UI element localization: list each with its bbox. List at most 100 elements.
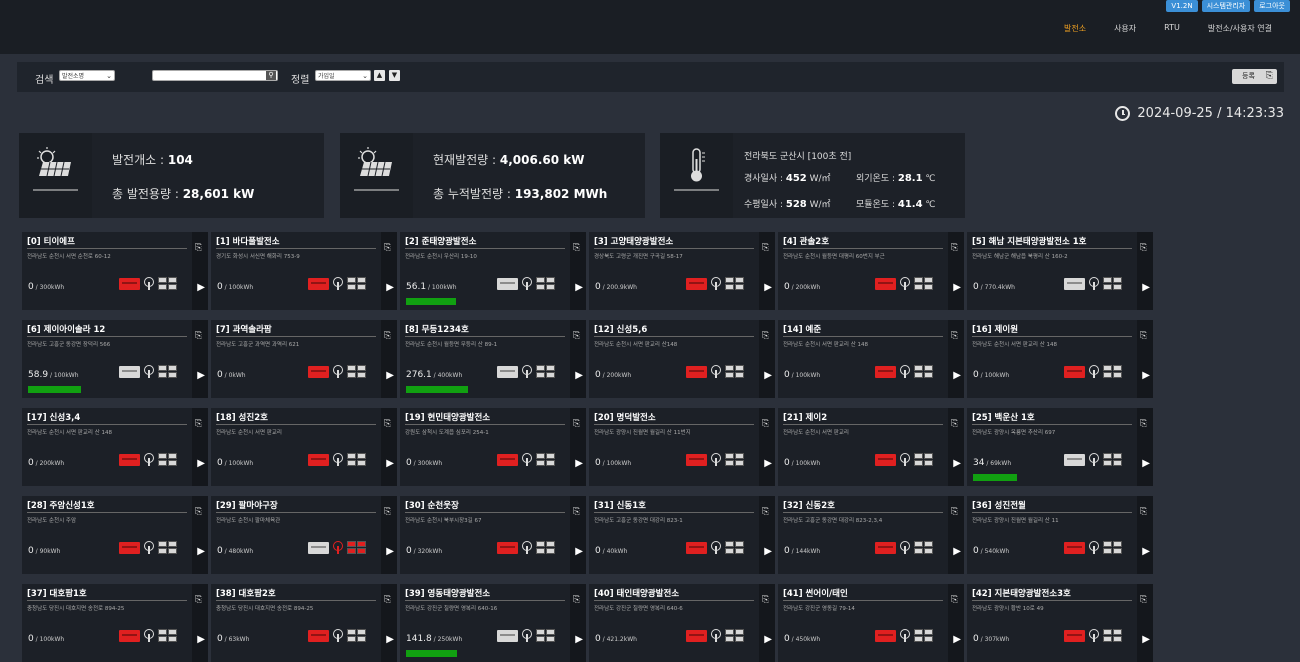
- plant-card[interactable]: [38] 대호팜2호 충청남도 당진시 대호지면 송전로 894-25 0 / 63…: [211, 584, 397, 662]
- plant-card[interactable]: [2] 준태양광발전소 전라남도 순천시 우산리 19-10 56.1 / 100k…: [400, 232, 586, 310]
- plant-title[interactable]: [16] 제이원: [972, 323, 1018, 335]
- play-icon[interactable]: ▶: [575, 546, 583, 558]
- nav-plants[interactable]: 발전소: [1050, 23, 1100, 34]
- play-icon[interactable]: ▶: [197, 458, 205, 470]
- search-field-select[interactable]: 발전소명 ⌄: [59, 70, 115, 81]
- plant-title[interactable]: [17] 신성3,4: [27, 411, 80, 423]
- play-icon[interactable]: ▶: [953, 546, 961, 558]
- plant-card[interactable]: [42] 지본태양광발전소3호 전라남도 광양시 황반 10로 49 0 / 307…: [967, 584, 1153, 662]
- plant-title[interactable]: [30] 순천웃장: [405, 499, 459, 511]
- play-icon[interactable]: ▶: [575, 458, 583, 470]
- play-icon[interactable]: ▶: [953, 458, 961, 470]
- nav-plant-user-link[interactable]: 발전소/사용자 연결: [1194, 23, 1286, 34]
- document-search-icon[interactable]: ⎘: [1140, 242, 1150, 254]
- plant-title[interactable]: [3] 고양태양광발전소: [594, 235, 673, 247]
- plant-card[interactable]: [29] 팔마야구장 전라남도 순천시 팔마체육관 0 / 480kWh ⎘ ▶: [211, 496, 397, 574]
- play-icon[interactable]: ▶: [1142, 370, 1150, 382]
- plant-card[interactable]: [28] 주암신성1호 전라남도 순천시 주암 0 / 90kWh ⎘ ▶: [22, 496, 208, 574]
- document-search-icon[interactable]: ⎘: [762, 594, 772, 606]
- play-icon[interactable]: ▶: [386, 546, 394, 558]
- plant-card[interactable]: [36] 성진전월 전라남도 광양시 진월면 월길리 산 11 0 / 540kWh…: [967, 496, 1153, 574]
- plant-title[interactable]: [38] 대호팜2호: [216, 587, 276, 599]
- plant-card[interactable]: [6] 제이아이솔라 12 전라남도 고흥군 동강면 장덕리 566 58.9 / …: [22, 320, 208, 398]
- play-icon[interactable]: ▶: [197, 370, 205, 382]
- plant-title[interactable]: [25] 백운산 1호: [972, 411, 1035, 423]
- nav-users[interactable]: 사용자: [1100, 23, 1150, 34]
- plant-title[interactable]: [28] 주암신성1호: [27, 499, 95, 511]
- document-search-icon[interactable]: ⎘: [951, 242, 961, 254]
- play-icon[interactable]: ▶: [764, 282, 772, 294]
- plant-card[interactable]: [21] 제이2 전라남도 순천시 서면 판교리 0 / 100kWh ⎘ ▶: [778, 408, 964, 486]
- document-search-icon[interactable]: ⎘: [762, 418, 772, 430]
- register-button[interactable]: 등록 ⎘: [1232, 69, 1277, 84]
- document-search-icon[interactable]: ⎘: [1140, 594, 1150, 606]
- document-search-icon[interactable]: ⎘: [384, 506, 394, 518]
- plant-card[interactable]: [40] 태인태양광발전소 전라남도 강진군 칠량면 영복리 640-6 0 / 4…: [589, 584, 775, 662]
- plant-title[interactable]: [5] 해남 지본태양광발전소 1호: [972, 235, 1087, 247]
- document-search-icon[interactable]: ⎘: [573, 418, 583, 430]
- admin-button[interactable]: 시스템관리자: [1201, 0, 1251, 12]
- plant-card[interactable]: [14] 예준 전라남도 순천시 서면 판교리 산 148 0 / 100kWh ⎘ ▶: [778, 320, 964, 398]
- sort-asc-button[interactable]: ▲: [374, 70, 385, 81]
- document-search-icon[interactable]: ⎘: [951, 594, 961, 606]
- play-icon[interactable]: ▶: [197, 634, 205, 646]
- document-search-icon[interactable]: ⎘: [384, 418, 394, 430]
- plant-title[interactable]: [8] 무등1234호: [405, 323, 469, 335]
- play-icon[interactable]: ▶: [1142, 634, 1150, 646]
- plant-title[interactable]: [2] 준태양광발전소: [405, 235, 476, 247]
- plant-card[interactable]: [0] 티이에프 전라남도 순천시 서면 순천로 60-12 0 / 300kWh ⎘…: [22, 232, 208, 310]
- document-search-icon[interactable]: ⎘: [573, 330, 583, 342]
- document-search-icon[interactable]: ⎘: [762, 506, 772, 518]
- nav-rtu[interactable]: RTU: [1150, 23, 1194, 34]
- plant-title[interactable]: [42] 지본태양광발전소3호: [972, 587, 1071, 599]
- document-search-icon[interactable]: ⎘: [573, 506, 583, 518]
- document-search-icon[interactable]: ⎘: [573, 594, 583, 606]
- plant-title[interactable]: [1] 바다풀발전소: [216, 235, 280, 247]
- plant-card[interactable]: [31] 신동1호 전라남도 고흥군 동강면 대강리 823-1 0 / 40kWh…: [589, 496, 775, 574]
- document-search-icon[interactable]: ⎘: [573, 242, 583, 254]
- play-icon[interactable]: ▶: [386, 634, 394, 646]
- play-icon[interactable]: ▶: [764, 634, 772, 646]
- document-search-icon[interactable]: ⎘: [195, 242, 205, 254]
- play-icon[interactable]: ▶: [953, 370, 961, 382]
- play-icon[interactable]: ▶: [197, 282, 205, 294]
- plant-card[interactable]: [17] 신성3,4 전라남도 순천시 서면 판교리 산 148 0 / 200kW…: [22, 408, 208, 486]
- plant-title[interactable]: [36] 성진전월: [972, 499, 1026, 511]
- document-search-icon[interactable]: ⎘: [384, 594, 394, 606]
- plant-title[interactable]: [40] 태인태양광발전소: [594, 587, 679, 599]
- plant-card[interactable]: [37] 대호팜1호 충청남도 당진시 대호지면 송전로 894-25 0 / 10…: [22, 584, 208, 662]
- plant-title[interactable]: [6] 제이아이솔라 12: [27, 323, 105, 335]
- document-search-icon[interactable]: ⎘: [195, 418, 205, 430]
- document-search-icon[interactable]: ⎘: [384, 242, 394, 254]
- plant-title[interactable]: [19] 현민태양광발전소: [405, 411, 490, 423]
- plant-title[interactable]: [7] 과역솔라팜: [216, 323, 272, 335]
- plant-title[interactable]: [18] 성진2호: [216, 411, 268, 423]
- sort-select[interactable]: 가입일 ⌄: [315, 70, 371, 81]
- search-icon[interactable]: ⚲: [266, 71, 276, 80]
- plant-card[interactable]: [5] 해남 지본태양광발전소 1호 전라남도 해남군 해남읍 북평리 산 160…: [967, 232, 1153, 310]
- plant-title[interactable]: [39] 영동태양광발전소: [405, 587, 490, 599]
- plant-card[interactable]: [4] 관솔2호 전라남도 순천시 월등면 대평리 60번지 부근 0 / 200k…: [778, 232, 964, 310]
- plant-title[interactable]: [37] 대호팜1호: [27, 587, 87, 599]
- document-search-icon[interactable]: ⎘: [1140, 506, 1150, 518]
- play-icon[interactable]: ▶: [386, 282, 394, 294]
- document-search-icon[interactable]: ⎘: [951, 330, 961, 342]
- play-icon[interactable]: ▶: [575, 370, 583, 382]
- plant-card[interactable]: [19] 현민태양광발전소 강원도 삼척시 도계읍 심포리 254-1 0 / 30…: [400, 408, 586, 486]
- play-icon[interactable]: ▶: [575, 634, 583, 646]
- plant-card[interactable]: [16] 제이원 전라남도 순천시 서면 판교리 산 148 0 / 100kWh ⎘…: [967, 320, 1153, 398]
- version-button[interactable]: V1.2N: [1166, 0, 1198, 12]
- plant-title[interactable]: [29] 팔마야구장: [216, 499, 278, 511]
- document-search-icon[interactable]: ⎘: [1140, 330, 1150, 342]
- play-icon[interactable]: ▶: [953, 634, 961, 646]
- document-search-icon[interactable]: ⎘: [951, 506, 961, 518]
- plant-card[interactable]: [20] 명덕발전소 전라남도 광양시 진월면 월길리 산 11번지 0 / 100…: [589, 408, 775, 486]
- play-icon[interactable]: ▶: [386, 458, 394, 470]
- plant-title[interactable]: [12] 신성5,6: [594, 323, 647, 335]
- document-search-icon[interactable]: ⎘: [195, 330, 205, 342]
- document-search-icon[interactable]: ⎘: [762, 330, 772, 342]
- play-icon[interactable]: ▶: [197, 546, 205, 558]
- document-search-icon[interactable]: ⎘: [195, 594, 205, 606]
- play-icon[interactable]: ▶: [764, 458, 772, 470]
- document-search-icon[interactable]: ⎘: [762, 242, 772, 254]
